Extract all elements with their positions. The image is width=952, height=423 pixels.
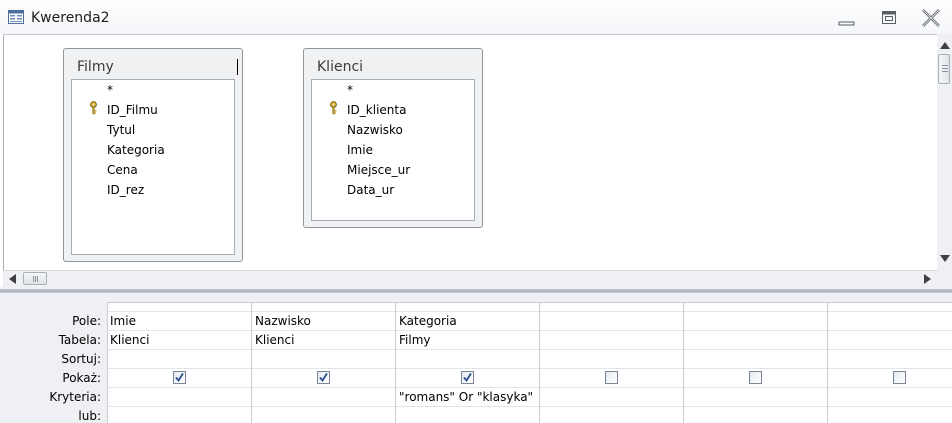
field-item[interactable]: Imie bbox=[347, 143, 373, 157]
vertical-scrollbar[interactable] bbox=[937, 34, 952, 270]
checkmark-icon bbox=[463, 373, 472, 383]
grid-line bbox=[107, 349, 952, 350]
grip-line bbox=[942, 65, 948, 66]
column-separator[interactable] bbox=[539, 302, 540, 423]
field-item[interactable]: Data_ur bbox=[347, 183, 394, 197]
grid-cell-table[interactable]: Filmy bbox=[399, 333, 431, 347]
window-title: Kwerenda2 bbox=[31, 10, 110, 26]
grid-cell-field[interactable]: Kategoria bbox=[399, 314, 457, 328]
grid-cell-criteria[interactable]: "romans" Or "klasyka" bbox=[399, 390, 533, 404]
show-checkbox[interactable] bbox=[461, 371, 474, 384]
grid-cell-field[interactable]: Imie bbox=[110, 314, 136, 328]
show-checkbox[interactable] bbox=[173, 371, 186, 384]
grip-line bbox=[942, 71, 948, 72]
column-separator[interactable] bbox=[827, 302, 828, 423]
field-item[interactable]: * bbox=[107, 83, 113, 97]
grid-cell-table[interactable]: Klienci bbox=[255, 333, 294, 347]
row-label-table: Tabela: bbox=[58, 333, 101, 347]
show-checkbox[interactable] bbox=[317, 371, 330, 384]
grid-line bbox=[107, 330, 952, 331]
pane-splitter[interactable] bbox=[0, 287, 952, 295]
grid-line bbox=[107, 387, 952, 388]
show-checkbox[interactable] bbox=[893, 371, 906, 384]
checkmark-icon bbox=[175, 373, 184, 383]
grip-line bbox=[942, 68, 948, 69]
table-box-filmy[interactable]: Filmy * ID_Filmu Tytul Kategoria Cena ID… bbox=[63, 48, 243, 262]
query-window-icon bbox=[8, 10, 24, 24]
scroll-thumb[interactable] bbox=[23, 272, 47, 285]
grid-cell-table[interactable]: Klienci bbox=[110, 333, 149, 347]
field-item[interactable]: * bbox=[347, 83, 353, 97]
grid-line bbox=[107, 368, 952, 369]
grid-line bbox=[107, 406, 952, 407]
primary-key-icon bbox=[330, 101, 337, 115]
table-box-title: Filmy bbox=[77, 59, 114, 75]
column-separator[interactable] bbox=[251, 302, 252, 423]
row-label-or: lub: bbox=[78, 409, 101, 423]
maximize-button[interactable] bbox=[877, 8, 903, 28]
text-cursor bbox=[237, 59, 238, 75]
show-checkbox[interactable] bbox=[749, 371, 762, 384]
scroll-left-arrow-icon[interactable] bbox=[9, 274, 16, 284]
show-checkbox[interactable] bbox=[605, 371, 618, 384]
minimize-icon bbox=[838, 21, 855, 26]
row-label-show: Pokaż: bbox=[62, 371, 101, 385]
table-box-title: Klienci bbox=[317, 59, 364, 75]
column-separator[interactable] bbox=[683, 302, 684, 423]
title-bar: Kwerenda2 bbox=[0, 0, 952, 34]
grid-cell-field[interactable]: Nazwisko bbox=[255, 314, 311, 328]
field-list[interactable]: * ID_Filmu Tytul Kategoria Cena ID_rez bbox=[71, 79, 235, 255]
field-item[interactable]: ID_Filmu bbox=[107, 103, 158, 117]
grid-line bbox=[107, 311, 952, 312]
field-item[interactable]: ID_rez bbox=[107, 183, 144, 197]
grip-line bbox=[37, 276, 38, 282]
field-item[interactable]: Kategoria bbox=[107, 143, 165, 157]
row-label-criteria: Kryteria: bbox=[49, 390, 101, 404]
restore-icon bbox=[882, 11, 896, 24]
field-list[interactable]: * ID_klienta Nazwisko Imie Miejsce_ur Da… bbox=[311, 79, 475, 221]
close-button[interactable] bbox=[918, 8, 944, 28]
field-item[interactable]: Cena bbox=[107, 163, 138, 177]
field-item[interactable]: Nazwisko bbox=[347, 123, 403, 137]
minimize-button[interactable] bbox=[834, 8, 860, 28]
scroll-right-arrow-icon[interactable] bbox=[924, 274, 931, 284]
scroll-down-arrow-icon[interactable] bbox=[940, 255, 950, 262]
close-icon bbox=[922, 9, 940, 27]
grip-line bbox=[35, 276, 36, 282]
row-label-field: Pole: bbox=[72, 314, 101, 328]
checkmark-icon bbox=[319, 373, 328, 383]
grip-line bbox=[33, 276, 34, 282]
scroll-thumb[interactable] bbox=[938, 54, 950, 84]
field-item[interactable]: Tytul bbox=[107, 123, 135, 137]
field-item[interactable]: ID_klienta bbox=[347, 103, 406, 117]
horizontal-scrollbar[interactable] bbox=[3, 270, 937, 287]
primary-key-icon bbox=[90, 101, 97, 115]
scroll-corner bbox=[937, 270, 952, 287]
field-item[interactable]: Miejsce_ur bbox=[347, 163, 410, 177]
table-box-klienci[interactable]: Klienci * ID_klienta Nazwisko Imie Miejs… bbox=[303, 48, 483, 228]
row-label-sort: Sortuj: bbox=[61, 352, 101, 366]
column-separator[interactable] bbox=[395, 302, 396, 423]
scroll-up-arrow-icon[interactable] bbox=[940, 42, 950, 49]
query-design-grid[interactable] bbox=[107, 302, 952, 423]
